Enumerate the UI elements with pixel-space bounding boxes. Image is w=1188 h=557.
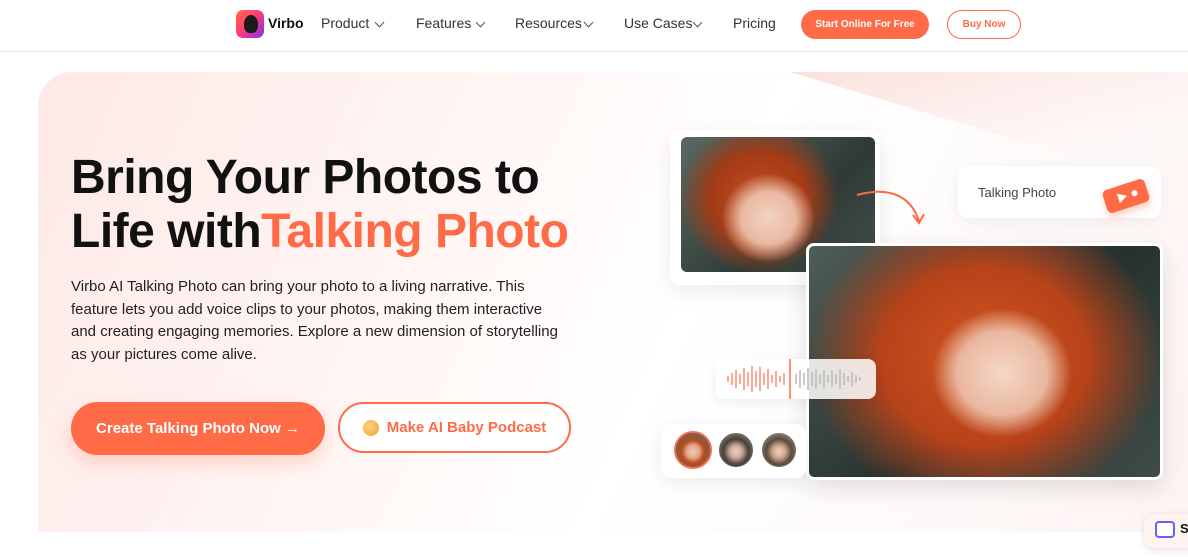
hero-title-prefix: Life with: [71, 205, 262, 258]
chevron-down-icon: [374, 17, 385, 28]
create-talking-photo-button[interactable]: Create Talking Photo Now →: [71, 402, 325, 455]
make-ai-baby-podcast-button[interactable]: Make AI Baby Podcast: [338, 402, 571, 453]
nav-pricing[interactable]: Pricing: [733, 15, 776, 31]
talking-photo-label: Talking Photo: [978, 185, 1057, 200]
avatar-option-1[interactable]: [674, 431, 712, 469]
nav-product[interactable]: Product: [321, 15, 369, 31]
chat-icon[interactable]: [1155, 521, 1175, 538]
chevron-down-icon: [475, 17, 486, 28]
hero-title-highlight: Talking Photo: [261, 205, 569, 258]
avatar-option-3[interactable]: [760, 431, 798, 469]
hero-title-line2: Life withTalking Photo: [71, 204, 569, 259]
baby-icon: [362, 419, 379, 436]
buy-now-button[interactable]: Buy Now: [947, 10, 1021, 39]
start-online-button[interactable]: Start Online For Free: [801, 10, 929, 39]
make-ai-baby-podcast-label: Make AI Baby Podcast: [386, 419, 547, 436]
nav-features[interactable]: Features: [416, 15, 471, 31]
hero-description: Virbo AI Talking Photo can bring your ph…: [71, 278, 558, 363]
hero-title-line1: Bring Your Photos to: [71, 151, 540, 204]
site-header: Virbo Product Features Resources Use Cas…: [0, 0, 1188, 52]
audio-waveform-card: [716, 350, 876, 399]
chevron-down-icon: [692, 17, 703, 28]
brand-name[interactable]: Virbo: [268, 15, 304, 31]
audio-waveform-icon: [727, 350, 861, 399]
avatar-option-2[interactable]: [717, 431, 755, 469]
chevron-down-icon: [583, 17, 594, 28]
chat-widget-label[interactable]: S: [1180, 521, 1188, 536]
nav-resources[interactable]: Resources: [515, 15, 582, 31]
curved-arrow-icon: [856, 190, 925, 225]
virbo-logo-icon[interactable]: [236, 10, 264, 38]
nav-use-cases[interactable]: Use Cases: [624, 15, 692, 31]
